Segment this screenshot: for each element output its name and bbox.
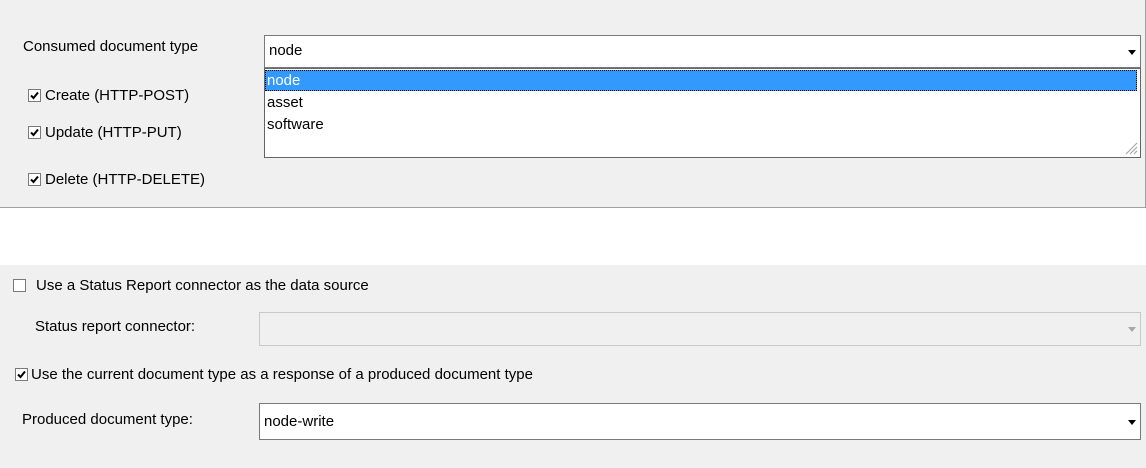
create-checkbox[interactable]	[28, 89, 41, 102]
resize-grip-icon[interactable]	[1125, 142, 1138, 155]
produced-document-type-select[interactable]: node-write	[259, 403, 1141, 440]
consumed-document-type-value: node	[269, 42, 303, 59]
produced-document-type-value: node-write	[264, 413, 335, 430]
status-report-checkbox-label: Use a Status Report connector as the dat…	[36, 277, 369, 294]
delete-label: Delete (HTTP-DELETE)	[45, 171, 206, 188]
consumed-document-type-select[interactable]: node	[264, 35, 1141, 68]
status-report-checkbox[interactable]	[13, 279, 26, 292]
consumed-document-type-dropdown[interactable]: node asset software	[264, 68, 1141, 158]
response-checkbox[interactable]	[15, 368, 28, 381]
check-icon	[30, 128, 39, 137]
delete-checkbox[interactable]	[28, 173, 41, 186]
dropdown-option-asset[interactable]: asset	[265, 92, 1137, 113]
check-icon	[30, 91, 39, 100]
check-icon	[17, 370, 26, 379]
response-checkbox-label: Use the current document type as a respo…	[31, 366, 533, 383]
dropdown-option-node[interactable]: node	[265, 70, 1137, 91]
status-report-connector-label: Status report connector:	[35, 318, 196, 335]
check-icon	[30, 175, 39, 184]
update-checkbox[interactable]	[28, 126, 41, 139]
dropdown-option-software[interactable]: software	[265, 114, 1137, 135]
status-report-connector-select[interactable]	[259, 312, 1141, 346]
chevron-down-icon[interactable]	[1128, 49, 1136, 55]
update-label: Update (HTTP-PUT)	[45, 124, 182, 141]
create-label: Create (HTTP-POST)	[45, 87, 190, 104]
chevron-down-icon[interactable]	[1128, 419, 1136, 425]
consumed-document-type-label: Consumed document type	[23, 38, 199, 55]
chevron-down-icon[interactable]	[1128, 327, 1136, 332]
produced-document-type-label: Produced document type:	[22, 411, 193, 428]
